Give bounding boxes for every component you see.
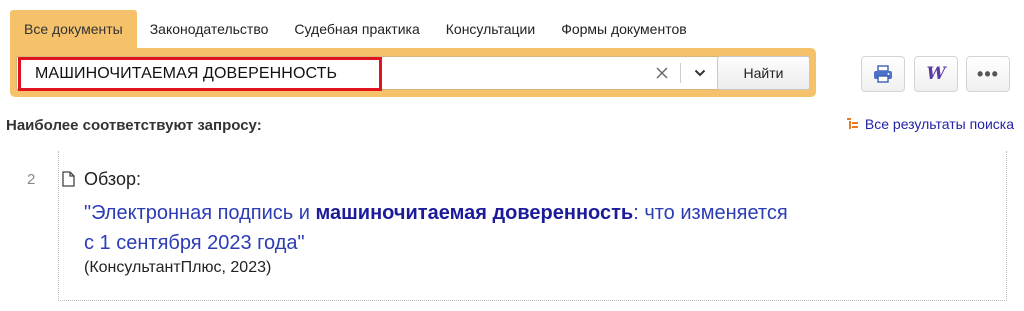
tab-court-practice[interactable]: Судебная практика bbox=[281, 10, 432, 48]
clear-search-button[interactable] bbox=[647, 57, 677, 89]
result-number: 2 bbox=[27, 171, 36, 188]
result-title-before[interactable]: "Электронная подпись и bbox=[84, 202, 315, 224]
tab-consultations[interactable]: Консультации bbox=[433, 10, 548, 48]
result-title-line2[interactable]: с 1 сентября 2023 года" bbox=[84, 232, 305, 254]
close-icon bbox=[656, 67, 668, 79]
printer-icon bbox=[874, 65, 892, 83]
query-highlight-frame: МАШИНОЧИТАЕМАЯ ДОВЕРЕННОСТЬ bbox=[18, 57, 382, 91]
more-actions-button[interactable]: ••• bbox=[966, 56, 1010, 92]
tab-legislation[interactable]: Законодательство bbox=[137, 10, 282, 48]
all-results-link[interactable]: Все результаты поиска bbox=[846, 116, 1014, 132]
tab-document-forms[interactable]: Формы документов bbox=[548, 10, 700, 48]
word-export-icon: W bbox=[926, 64, 946, 84]
results-list-icon bbox=[846, 118, 858, 129]
result-title-link[interactable]: "Электронная подпись и машиночитаемая до… bbox=[84, 198, 944, 258]
result-source: (КонсультантПлюс, 2023) bbox=[84, 259, 272, 276]
find-button[interactable]: Найти bbox=[717, 56, 810, 90]
section-title: Наиболее соответствуют запросу: bbox=[6, 117, 262, 134]
result-type: Обзор: bbox=[84, 169, 141, 189]
more-icon: ••• bbox=[977, 64, 999, 84]
export-word-button[interactable]: W bbox=[914, 56, 958, 92]
search-tabs: Все документы Законодательство Судебная … bbox=[10, 10, 700, 48]
search-input[interactable]: МАШИНОЧИТАЕМАЯ ДОВЕРЕННОСТЬ bbox=[16, 56, 720, 91]
search-history-dropdown[interactable] bbox=[682, 57, 718, 89]
search-panel: МАШИНОЧИТАЕМАЯ ДОВЕРЕННОСТЬ Найти bbox=[10, 48, 816, 97]
search-divider bbox=[680, 63, 681, 83]
search-query-text[interactable]: МАШИНОЧИТАЕМАЯ ДОВЕРЕННОСТЬ bbox=[35, 60, 337, 88]
document-icon bbox=[62, 171, 75, 192]
tab-all-documents[interactable]: Все документы bbox=[10, 10, 137, 48]
all-results-label[interactable]: Все результаты поиска bbox=[865, 116, 1014, 132]
result-title-line1-after[interactable]: : что изменяется bbox=[633, 202, 787, 224]
result-title-highlight[interactable]: машиночитаемая доверенность bbox=[315, 202, 633, 224]
chevron-down-icon bbox=[694, 69, 706, 77]
print-button[interactable] bbox=[861, 56, 905, 92]
